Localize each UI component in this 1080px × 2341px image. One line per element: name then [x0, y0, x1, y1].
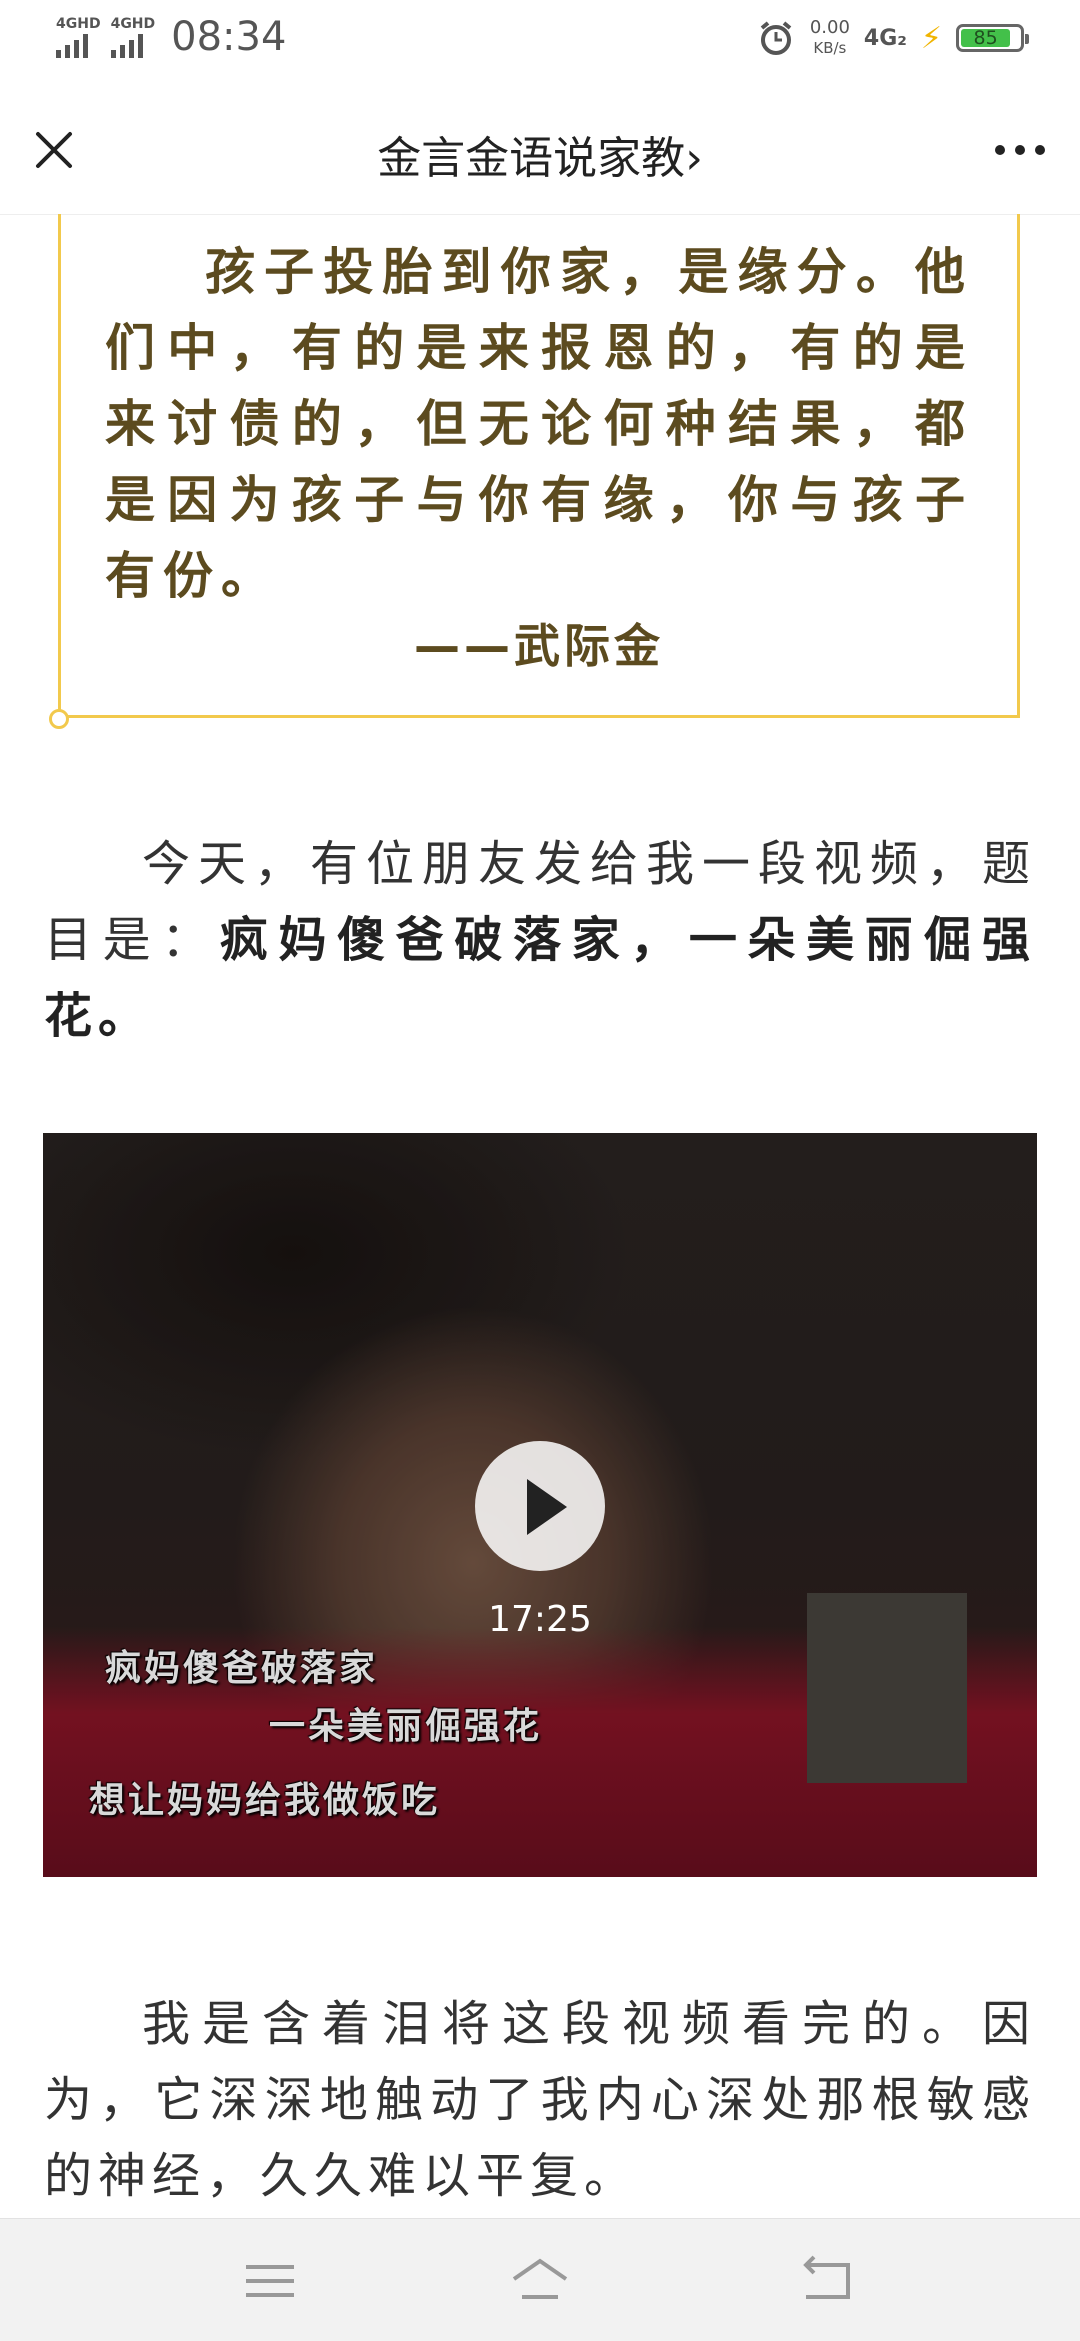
page-title-text: 金言金语说家教: [377, 133, 686, 184]
chevron-right-icon: ›: [685, 133, 703, 184]
page-title[interactable]: 金言金语说家教›: [0, 122, 1080, 186]
network-speed: 0.00 KB/s: [810, 18, 850, 58]
paragraph-reaction: 我是含着泪将这段视频看完的。因为，它深深地触动了我内心深处那根敏感的神经，久久难…: [44, 1996, 1036, 2204]
menu-icon[interactable]: [240, 2253, 300, 2309]
paragraph-intro: 今天，有位朋友发给我一段视频，题目是：疯妈傻爸破落家，一朵美丽倔强花。: [44, 826, 1036, 1054]
video-subtitle: 想让妈妈给我做饭吃: [89, 1780, 441, 1821]
clock: 08:34: [171, 14, 287, 60]
speed-unit: KB/s: [813, 39, 847, 57]
signal-icon: 4GHD: [56, 16, 101, 58]
signal-icon: 4GHD: [110, 16, 156, 58]
home-icon[interactable]: [510, 2253, 570, 2309]
more-icon[interactable]: [992, 130, 1048, 170]
speed-value: 0.00: [809, 17, 850, 38]
play-icon: [527, 1479, 567, 1535]
system-nav-bar: [0, 2218, 1080, 2341]
charging-icon: ⚡: [920, 20, 942, 56]
signal-label: 4GHD: [56, 16, 101, 32]
video-subtitle: 疯妈傻爸破落家: [105, 1648, 379, 1689]
quote-author: ——武际金: [414, 619, 664, 673]
back-icon[interactable]: [796, 2253, 856, 2309]
video-subtitle: 一朵美丽倔强花: [269, 1706, 543, 1747]
quote-text: 孩子投胎到你家，是缘分。他们中，有的是来报恩的，有的是来讨债的，但无论何种结果，…: [105, 243, 973, 605]
play-button[interactable]: [475, 1441, 605, 1571]
signal-label: 4GHD: [110, 16, 156, 32]
video-duration: 17:25: [488, 1599, 592, 1640]
battery-icon: 85: [956, 24, 1029, 52]
alarm-icon: [760, 21, 792, 55]
nav-bar: 金言金语说家教›: [0, 86, 1080, 215]
status-bar: 4GHD 4GHD 08:34 0.00 KB/s 4G₂ ⚡ 85: [0, 0, 1080, 86]
corner-decoration: [49, 709, 69, 729]
network-type: 4G₂: [863, 25, 907, 51]
battery-level: 85: [961, 29, 1011, 48]
quote-box: 孩子投胎到你家，是缘分。他们中，有的是来报恩的，有的是来讨债的，但无论何种结果，…: [49, 214, 1020, 729]
video-player[interactable]: 疯妈傻爸破落家 一朵美丽倔强花 想让妈妈给我做饭吃 17:25: [43, 1133, 1037, 1877]
